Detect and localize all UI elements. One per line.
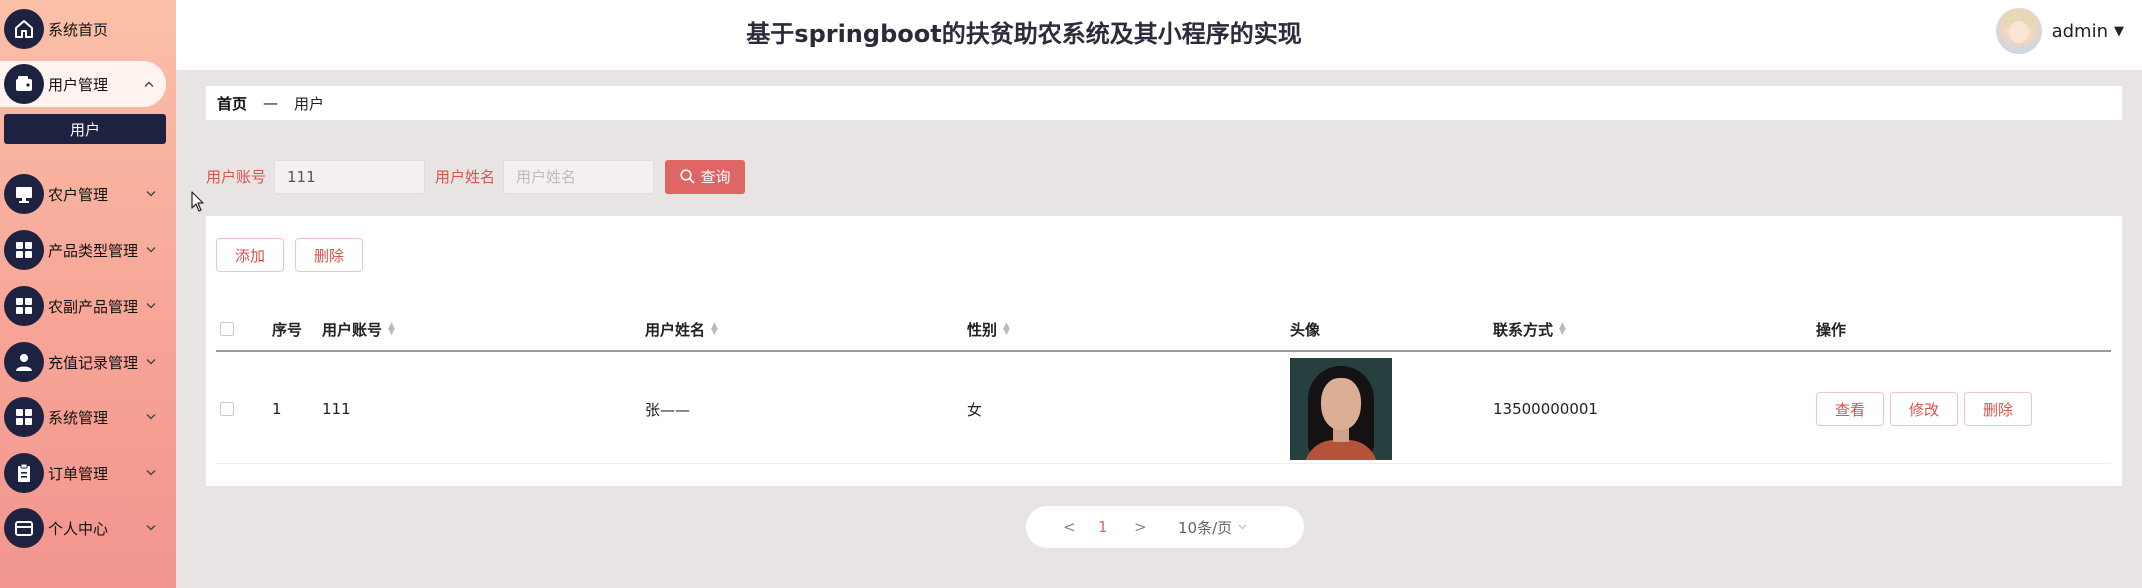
edit-button[interactable]: 修改: [1890, 392, 1958, 426]
name-input[interactable]: [503, 159, 655, 194]
view-button[interactable]: 查看: [1816, 392, 1884, 426]
page-size-label: 10条/页: [1178, 518, 1233, 537]
sort-icon: ▲ ▼: [388, 321, 395, 337]
breadcrumb-home[interactable]: 首页: [217, 93, 247, 114]
sidebar-item-product-type-management[interactable]: 产品类型管理: [0, 227, 168, 273]
clipboard-icon: [4, 453, 44, 493]
sidebar-item-user-management[interactable]: 用户管理: [0, 61, 166, 107]
select-all-checkbox[interactable]: [220, 322, 234, 336]
breadcrumb-current: 用户: [294, 94, 325, 113]
sidebar-item-label: 产品类型管理: [48, 241, 139, 260]
column-header-label: 用户姓名: [645, 320, 706, 339]
add-button[interactable]: 添加: [216, 238, 284, 272]
cell-index: 1: [272, 400, 282, 418]
chevron-down-icon: [146, 467, 156, 480]
search-bar: 用户账号 用户姓名 查询: [206, 159, 746, 194]
column-header-label: 性别: [967, 320, 998, 339]
column-header-avatar: 头像: [1290, 320, 1321, 339]
cell-phone: 13500000001: [1493, 400, 1598, 418]
batch-delete-button[interactable]: 删除: [295, 238, 363, 272]
grid-icon: [4, 286, 44, 326]
chevron-down-icon: [146, 522, 156, 535]
sidebar-item-home[interactable]: 系统首页: [0, 6, 168, 52]
sidebar-item-label: 充值记录管理: [48, 353, 139, 372]
table-row: 1 111 张—— 女 13500000001 查看 修改 删除: [216, 354, 2111, 464]
sidebar-item-label: 用户管理: [48, 75, 109, 94]
account-label: 用户账号: [206, 168, 267, 186]
grid-icon: [4, 397, 44, 437]
page-number-button[interactable]: 1: [1098, 518, 1108, 536]
sidebar: 系统首页 用户管理 用户 农户管理 产品类型管理 农副产品管理 充值记录管理 系…: [0, 0, 176, 588]
column-header-account[interactable]: 用户账号 ▲ ▼: [322, 308, 395, 350]
cell-account: 111: [322, 400, 351, 418]
sort-icon: ▲ ▼: [711, 321, 718, 337]
sidebar-item-label: 系统管理: [48, 408, 109, 427]
chevron-up-icon: [144, 78, 154, 91]
page-size-select[interactable]: 10条/页: [1178, 517, 1247, 538]
column-header-name[interactable]: 用户姓名 ▲ ▼: [645, 308, 718, 350]
sidebar-item-label: 农副产品管理: [48, 297, 139, 316]
chevron-down-icon: [146, 300, 156, 313]
user-photo: [1290, 358, 1392, 460]
sidebar-item-farm-product-management[interactable]: 农副产品管理: [0, 283, 168, 329]
chevron-down-icon: [146, 411, 156, 424]
sidebar-subitem-user[interactable]: 用户: [4, 114, 166, 144]
sidebar-item-label: 订单管理: [48, 464, 109, 483]
name-label: 用户姓名: [435, 168, 496, 186]
column-header-index: 序号: [272, 320, 303, 339]
next-page-button[interactable]: >: [1134, 518, 1147, 536]
sidebar-item-label: 系统首页: [48, 20, 109, 39]
sidebar-item-recharge-management[interactable]: 充值记录管理: [0, 339, 168, 385]
column-header-phone[interactable]: 联系方式 ▲ ▼: [1493, 308, 1566, 350]
user-name: admin: [2051, 20, 2108, 42]
home-icon: [4, 9, 44, 49]
mouse-cursor-icon: [191, 191, 204, 212]
sidebar-item-farmer-management[interactable]: 农户管理: [0, 171, 168, 217]
cell-name: 张——: [645, 400, 691, 419]
user-menu[interactable]: admin ▼: [1995, 8, 2124, 54]
monitor-icon: [4, 174, 44, 214]
cell-gender: 女: [967, 400, 983, 419]
column-header-actions: 操作: [1816, 320, 1847, 339]
sidebar-item-label: 农户管理: [48, 185, 109, 204]
person-icon: [4, 342, 44, 382]
sidebar-item-personal-center[interactable]: 个人中心: [0, 505, 168, 551]
column-header-gender[interactable]: 性别 ▲ ▼: [967, 308, 1010, 350]
table-panel: 添加 删除 序号 用户账号 ▲ ▼ 用户姓名 ▲ ▼ 性别 ▲ ▼ 头像 联系方式 ▲…: [206, 216, 2122, 486]
chevron-down-icon: [146, 356, 156, 369]
avatar: [1995, 8, 2042, 54]
search-icon: [679, 169, 694, 184]
wallet-icon: [4, 64, 44, 104]
sidebar-item-order-management[interactable]: 订单管理: [0, 450, 168, 496]
caret-down-icon: ▼: [2114, 23, 2124, 39]
table-header: 序号 用户账号 ▲ ▼ 用户姓名 ▲ ▼ 性别 ▲ ▼ 头像 联系方式 ▲ ▼ 操作: [216, 308, 2111, 352]
query-button[interactable]: 查询: [665, 159, 746, 194]
sort-icon: ▲ ▼: [1559, 321, 1566, 337]
chevron-down-icon: [146, 244, 156, 257]
row-checkbox[interactable]: [220, 402, 234, 416]
column-header-label: 用户账号: [322, 320, 383, 339]
delete-button[interactable]: 删除: [1964, 392, 2032, 426]
sidebar-item-label: 个人中心: [48, 519, 109, 538]
grid-icon: [4, 230, 44, 270]
account-input[interactable]: [274, 159, 426, 194]
chevron-down-icon: [1238, 522, 1247, 533]
chevron-down-icon: [146, 188, 156, 201]
top-header: 基于springboot的扶贫助农系统及其小程序的实现 admin ▼: [176, 0, 2142, 70]
column-header-label: 联系方式: [1493, 320, 1554, 339]
sidebar-item-system-management[interactable]: 系统管理: [0, 394, 168, 440]
breadcrumb-separator: —: [263, 94, 279, 112]
sort-icon: ▲ ▼: [1003, 321, 1010, 337]
page-title: 基于springboot的扶贫助农系统及其小程序的实现: [746, 20, 1302, 48]
breadcrumb: 首页 — 用户: [206, 86, 2122, 120]
prev-page-button[interactable]: <: [1063, 518, 1076, 536]
pagination: < 1 > 10条/页: [1026, 506, 1304, 548]
card-icon: [4, 508, 44, 548]
query-button-label: 查询: [700, 169, 731, 186]
